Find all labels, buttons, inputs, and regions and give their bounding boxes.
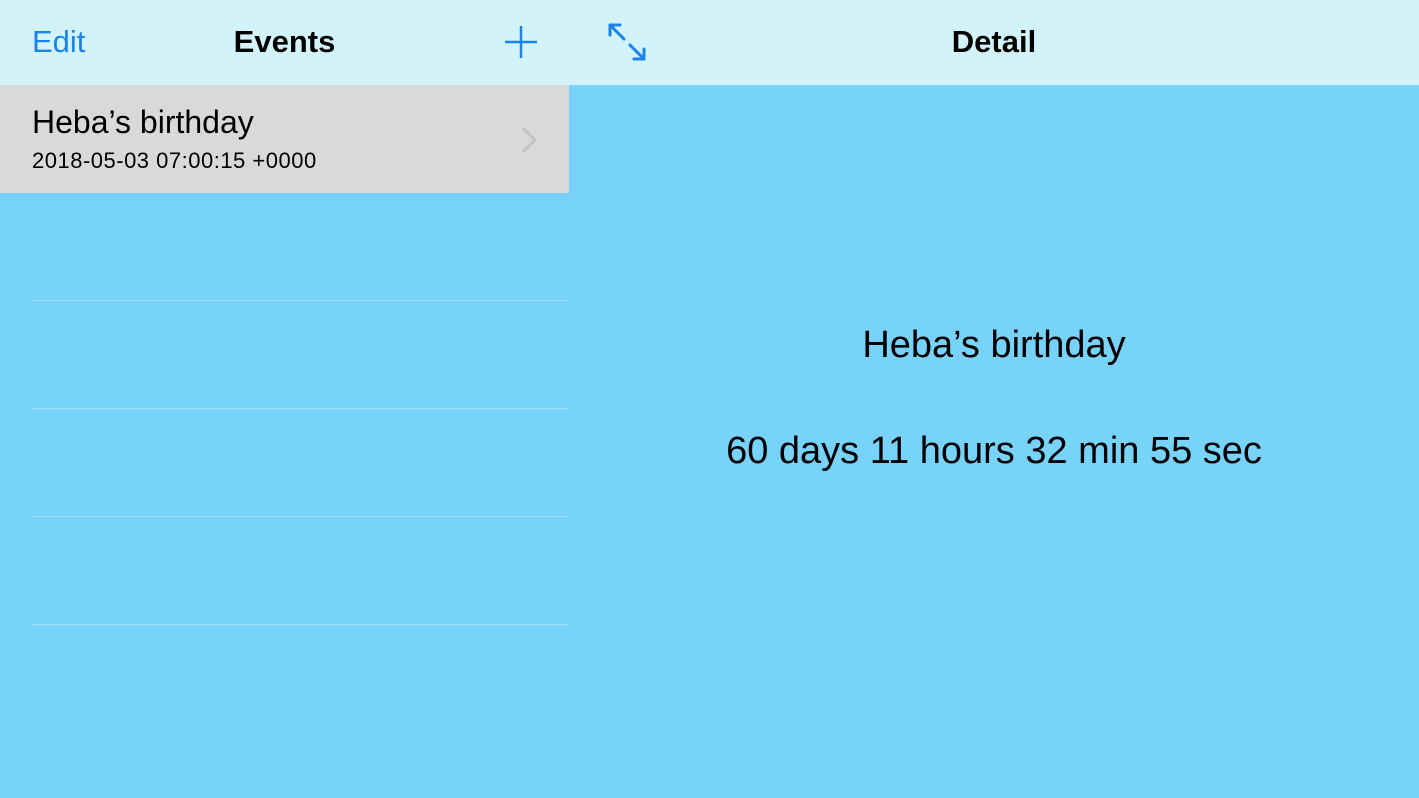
plus-icon[interactable] [503, 24, 539, 60]
row-separator [32, 300, 569, 301]
row-separator [32, 408, 569, 409]
events-list-pane: Edit Events Heba’s birthday 2018-05-03 0… [0, 0, 569, 798]
event-name: Heba’s birthday [862, 324, 1126, 366]
detail-pane: Detail Heba’s birthday 60 days 11 hours … [569, 0, 1419, 798]
split-view: Edit Events Heba’s birthday 2018-05-03 0… [0, 0, 1419, 798]
countdown-text: 60 days 11 hours 32 min 55 sec [726, 430, 1262, 472]
chevron-right-icon [520, 125, 540, 155]
row-separator [32, 516, 569, 517]
event-row-title: Heba’s birthday [32, 104, 254, 140]
event-row[interactable]: Heba’s birthday 2018-05-03 07:00:15 +000… [0, 85, 569, 193]
detail-title: Detail [951, 24, 1037, 59]
row-separator [32, 624, 569, 625]
detail-navbar: Detail [569, 0, 1419, 85]
events-navbar: Edit Events [0, 0, 569, 85]
events-title: Events [233, 24, 336, 59]
event-row-date: 2018-05-03 07:00:15 +0000 [32, 148, 317, 173]
